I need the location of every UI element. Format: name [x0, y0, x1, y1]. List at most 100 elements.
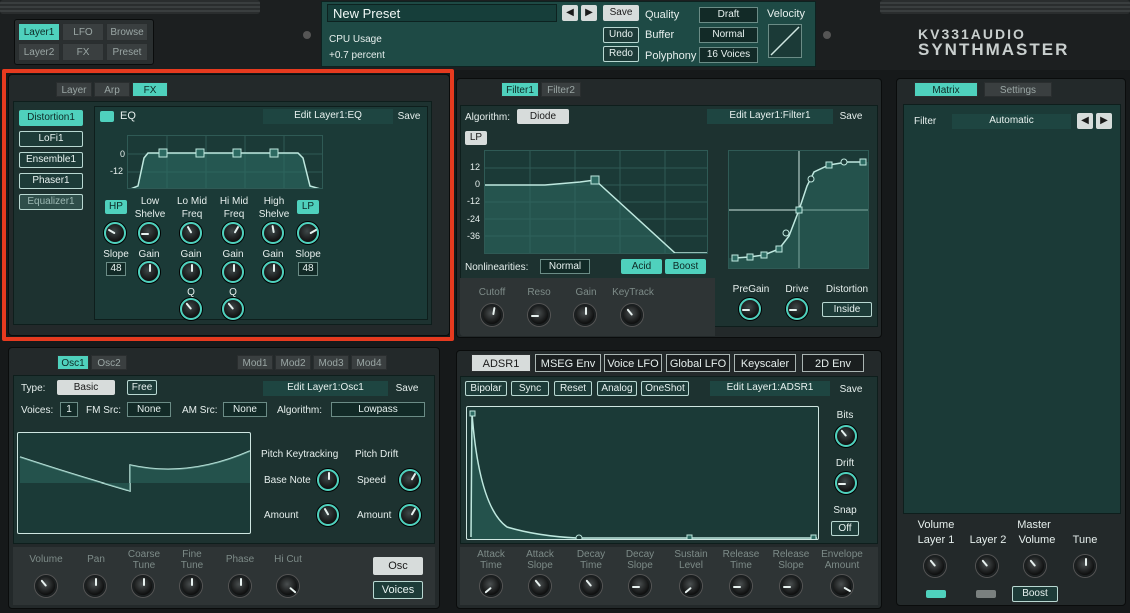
matrix-tab-matrix[interactable]: Matrix	[914, 82, 978, 97]
nav-lfo[interactable]: LFO	[62, 23, 104, 41]
fx-ensemble1[interactable]: Ensemble1	[19, 152, 83, 168]
env-attack-slope-knob[interactable]	[529, 575, 551, 597]
osc-fine-tune-knob[interactable]	[180, 575, 202, 597]
osc-algorithm-select[interactable]: Lowpass	[331, 402, 425, 417]
nav-browse[interactable]: Browse	[106, 23, 148, 41]
buffer-select[interactable]: Normal	[699, 27, 758, 43]
eq-lp-slope-value[interactable]: 48	[298, 262, 318, 276]
matrix-tab-settings[interactable]: Settings	[984, 82, 1052, 97]
osc-free-button[interactable]: Free	[127, 380, 157, 395]
preset-save-button[interactable]: Save	[603, 5, 639, 21]
env-attack-time-knob[interactable]	[480, 575, 502, 597]
eq-high-gain-knob[interactable]	[262, 261, 284, 283]
env-oneshot-button[interactable]: OneShot	[641, 381, 689, 396]
osc-tab-mod4[interactable]: Mod4	[351, 355, 387, 370]
osc-view-button[interactable]: Osc	[373, 557, 423, 575]
eq-hi-mid-freq-knob[interactable]	[222, 222, 244, 244]
layer2-enable-toggle[interactable]	[976, 590, 996, 598]
master-layer2-knob[interactable]	[976, 555, 998, 577]
velocity-curve[interactable]	[768, 24, 802, 58]
filter-boost-button[interactable]: Boost	[665, 259, 706, 274]
filter-distortion-curve[interactable]	[728, 150, 869, 269]
eq-lp-button[interactable]: LP	[297, 200, 319, 214]
filter-distortion-select[interactable]: Inside	[822, 302, 872, 317]
eq-enable-toggle[interactable]	[100, 111, 114, 122]
preset-next-button[interactable]: ▶	[581, 5, 597, 21]
filter-keytrack-knob[interactable]	[621, 304, 643, 326]
eq-hp-button[interactable]: HP	[105, 200, 127, 214]
osc-fm-select[interactable]: None	[127, 402, 171, 417]
env-tab-2d-env[interactable]: 2D Env	[802, 354, 864, 372]
eq-hp-freq-knob[interactable]	[104, 222, 126, 244]
preset-prev-button[interactable]: ◀	[562, 5, 578, 21]
env-sync-button[interactable]: Sync	[511, 381, 549, 396]
filter-algorithm-select[interactable]: Diode	[517, 109, 569, 124]
eq-himid-gain-knob[interactable]	[222, 261, 244, 283]
filter-tab-filter1[interactable]: Filter1	[501, 82, 539, 97]
matrix-filter-select[interactable]: Automatic	[952, 114, 1071, 129]
drift-amount-knob[interactable]	[399, 504, 421, 526]
fx-tab-layer[interactable]: Layer	[56, 82, 92, 97]
env-tab-voice-lfo[interactable]: Voice LFO	[604, 354, 662, 372]
env-decay-slope-knob[interactable]	[629, 575, 651, 597]
drift-speed-knob[interactable]	[399, 469, 421, 491]
filter-reso-knob[interactable]	[528, 304, 550, 326]
nav-layer1[interactable]: Layer1	[18, 23, 60, 41]
env-tab-global-lfo[interactable]: Global LFO	[666, 354, 730, 372]
env-tab-adsr1[interactable]: ADSR1	[471, 354, 531, 372]
eq-curve-graph[interactable]	[127, 135, 323, 189]
osc-phase-knob[interactable]	[229, 575, 251, 597]
envelope-graph[interactable]	[466, 406, 819, 540]
osc-pan-knob[interactable]	[84, 575, 106, 597]
nav-preset[interactable]: Preset	[106, 43, 148, 61]
eq-high-shelve-knob[interactable]	[262, 222, 284, 244]
base-note-knob[interactable]	[317, 469, 339, 491]
osc-tab-mod3[interactable]: Mod3	[313, 355, 349, 370]
matrix-next-button[interactable]: ▶	[1096, 113, 1112, 129]
osc-tab-osc2[interactable]: Osc2	[91, 355, 127, 370]
master-boost-button[interactable]: Boost	[1012, 586, 1058, 602]
fx-equalizer1[interactable]: Equalizer1	[19, 194, 83, 210]
redo-button[interactable]: Redo	[603, 46, 639, 62]
preset-name-field[interactable]: New Preset	[327, 4, 557, 22]
env-tab-keyscaler[interactable]: Keyscaler	[734, 354, 796, 372]
env-save-button[interactable]: Save	[836, 384, 866, 395]
master-layer1-knob[interactable]	[924, 555, 946, 577]
fx-tab-fx[interactable]: FX	[132, 82, 168, 97]
pitch-amount-knob[interactable]	[317, 504, 339, 526]
filter-response-graph[interactable]	[484, 150, 708, 254]
quality-select[interactable]: Draft	[699, 7, 758, 23]
fx-phaser1[interactable]: Phaser1	[19, 173, 83, 189]
env-release-time-knob[interactable]	[730, 575, 752, 597]
filter-mode-lp[interactable]: LP	[465, 131, 487, 145]
filter-gain-knob[interactable]	[574, 304, 596, 326]
filter-save-button[interactable]: Save	[836, 111, 866, 122]
filter-cutoff-knob[interactable]	[481, 304, 503, 326]
fx-distortion1[interactable]: Distortion1	[19, 110, 83, 126]
osc-save-button[interactable]: Save	[392, 383, 422, 394]
eq-low-gain-knob[interactable]	[138, 261, 160, 283]
osc-tab-osc1[interactable]: Osc1	[57, 355, 89, 370]
eq-hp-slope-value[interactable]: 48	[106, 262, 126, 276]
env-reset-button[interactable]: Reset	[554, 381, 592, 396]
osc-waveform-display[interactable]	[17, 432, 251, 534]
eq-lomid-gain-knob[interactable]	[180, 261, 202, 283]
osc-coarse-tune-knob[interactable]	[132, 575, 154, 597]
osc-voices-value[interactable]: 1	[60, 402, 78, 417]
osc-tab-mod2[interactable]: Mod2	[275, 355, 311, 370]
eq-save-button[interactable]: Save	[394, 111, 424, 122]
eq-himid-q-knob[interactable]	[222, 298, 244, 320]
fx-tab-arp[interactable]: Arp	[94, 82, 130, 97]
undo-button[interactable]: Undo	[603, 27, 639, 43]
osc-type-select[interactable]: Basic	[57, 380, 115, 395]
osc-hicut-knob[interactable]	[277, 575, 299, 597]
env-release-slope-knob[interactable]	[780, 575, 802, 597]
eq-lp-freq-knob[interactable]	[297, 222, 319, 244]
env-drift-knob[interactable]	[835, 472, 857, 494]
filter-pregain-knob[interactable]	[739, 298, 761, 320]
env-bipolar-button[interactable]: Bipolar	[465, 381, 507, 396]
eq-low-shelve-knob[interactable]	[138, 222, 160, 244]
matrix-prev-button[interactable]: ◀	[1077, 113, 1093, 129]
env-snap-select[interactable]: Off	[831, 521, 859, 536]
eq-lo-mid-freq-knob[interactable]	[180, 222, 202, 244]
